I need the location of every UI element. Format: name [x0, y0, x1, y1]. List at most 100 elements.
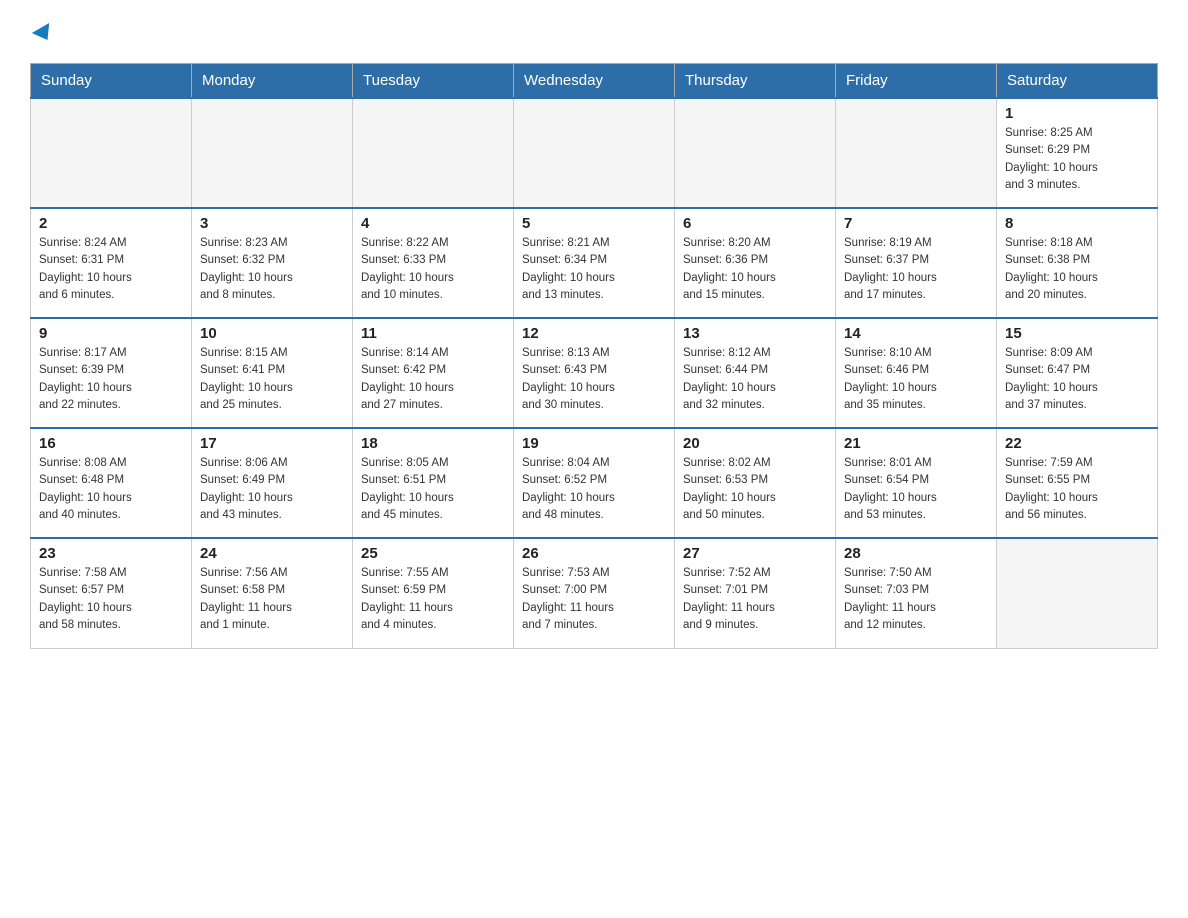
day-number: 18	[361, 435, 505, 452]
calendar-cell: 9 Sunrise: 8:17 AM Sunset: 6:39 PM Daylig…	[31, 318, 192, 428]
day-info: Sunrise: 8:08 AM Sunset: 6:48 PM Dayligh…	[39, 455, 183, 524]
day-number: 10	[200, 325, 344, 342]
day-number: 7	[844, 215, 988, 232]
day-info: Sunrise: 7:56 AM Sunset: 6:58 PM Dayligh…	[200, 565, 344, 634]
day-info: Sunrise: 7:50 AM Sunset: 7:03 PM Dayligh…	[844, 565, 988, 634]
calendar-header-row: SundayMondayTuesdayWednesdayThursdayFrid…	[31, 64, 1158, 99]
day-info: Sunrise: 8:04 AM Sunset: 6:52 PM Dayligh…	[522, 455, 666, 524]
calendar-cell: 20 Sunrise: 8:02 AM Sunset: 6:53 PM Dayli…	[675, 428, 836, 538]
calendar-cell: 4 Sunrise: 8:22 AM Sunset: 6:33 PM Daylig…	[353, 208, 514, 318]
day-info: Sunrise: 8:19 AM Sunset: 6:37 PM Dayligh…	[844, 235, 988, 304]
day-info: Sunrise: 7:59 AM Sunset: 6:55 PM Dayligh…	[1005, 455, 1149, 524]
day-info: Sunrise: 8:17 AM Sunset: 6:39 PM Dayligh…	[39, 345, 183, 414]
calendar-cell: 24 Sunrise: 7:56 AM Sunset: 6:58 PM Dayli…	[192, 538, 353, 648]
day-info: Sunrise: 7:53 AM Sunset: 7:00 PM Dayligh…	[522, 565, 666, 634]
day-number: 16	[39, 435, 183, 452]
page-header	[30, 20, 1158, 47]
calendar-week-row: 2 Sunrise: 8:24 AM Sunset: 6:31 PM Daylig…	[31, 208, 1158, 318]
calendar-cell: 16 Sunrise: 8:08 AM Sunset: 6:48 PM Dayli…	[31, 428, 192, 538]
day-number: 25	[361, 545, 505, 562]
day-number: 2	[39, 215, 183, 232]
calendar-cell: 6Sunrise: 8:20 AM Sunset: 6:36 PM Daylig…	[675, 208, 836, 318]
day-of-week-header: Wednesday	[514, 64, 675, 99]
day-number: 13	[683, 325, 827, 342]
calendar-table: SundayMondayTuesdayWednesdayThursdayFrid…	[30, 63, 1158, 649]
calendar-cell: 25 Sunrise: 7:55 AM Sunset: 6:59 PM Dayli…	[353, 538, 514, 648]
calendar-cell: 10 Sunrise: 8:15 AM Sunset: 6:41 PM Dayli…	[192, 318, 353, 428]
calendar-cell: 8 Sunrise: 8:18 AM Sunset: 6:38 PM Daylig…	[997, 208, 1158, 318]
day-number: 22	[1005, 435, 1149, 452]
calendar-cell: 23Sunrise: 7:58 AM Sunset: 6:57 PM Dayli…	[31, 538, 192, 648]
calendar-cell	[192, 98, 353, 208]
day-info: Sunrise: 7:58 AM Sunset: 6:57 PM Dayligh…	[39, 565, 183, 634]
day-info: Sunrise: 8:23 AM Sunset: 6:32 PM Dayligh…	[200, 235, 344, 304]
calendar-cell: 19 Sunrise: 8:04 AM Sunset: 6:52 PM Dayli…	[514, 428, 675, 538]
calendar-cell	[514, 98, 675, 208]
day-number: 27	[683, 545, 827, 562]
calendar-cell: 27Sunrise: 7:52 AM Sunset: 7:01 PM Dayli…	[675, 538, 836, 648]
day-number: 11	[361, 325, 505, 342]
logo-text	[30, 20, 54, 47]
day-of-week-header: Tuesday	[353, 64, 514, 99]
calendar-cell: 12Sunrise: 8:13 AM Sunset: 6:43 PM Dayli…	[514, 318, 675, 428]
calendar-cell: 15 Sunrise: 8:09 AM Sunset: 6:47 PM Dayli…	[997, 318, 1158, 428]
calendar-cell: 2 Sunrise: 8:24 AM Sunset: 6:31 PM Daylig…	[31, 208, 192, 318]
calendar-cell: 1 Sunrise: 8:25 AM Sunset: 6:29 PM Daylig…	[997, 98, 1158, 208]
day-info: Sunrise: 8:24 AM Sunset: 6:31 PM Dayligh…	[39, 235, 183, 304]
calendar-cell	[997, 538, 1158, 648]
day-info: Sunrise: 8:02 AM Sunset: 6:53 PM Dayligh…	[683, 455, 827, 524]
logo-arrow-icon	[32, 23, 56, 45]
day-info: Sunrise: 8:10 AM Sunset: 6:46 PM Dayligh…	[844, 345, 988, 414]
logo	[30, 20, 54, 47]
day-number: 1	[1005, 105, 1149, 122]
day-of-week-header: Sunday	[31, 64, 192, 99]
day-info: Sunrise: 8:14 AM Sunset: 6:42 PM Dayligh…	[361, 345, 505, 414]
day-number: 24	[200, 545, 344, 562]
day-info: Sunrise: 7:55 AM Sunset: 6:59 PM Dayligh…	[361, 565, 505, 634]
day-info: Sunrise: 8:15 AM Sunset: 6:41 PM Dayligh…	[200, 345, 344, 414]
calendar-cell: 28 Sunrise: 7:50 AM Sunset: 7:03 PM Dayli…	[836, 538, 997, 648]
day-number: 8	[1005, 215, 1149, 232]
day-number: 5	[522, 215, 666, 232]
calendar-cell: 5Sunrise: 8:21 AM Sunset: 6:34 PM Daylig…	[514, 208, 675, 318]
day-number: 6	[683, 215, 827, 232]
calendar-cell: 21Sunrise: 8:01 AM Sunset: 6:54 PM Dayli…	[836, 428, 997, 538]
calendar-week-row: 16 Sunrise: 8:08 AM Sunset: 6:48 PM Dayli…	[31, 428, 1158, 538]
day-info: Sunrise: 8:01 AM Sunset: 6:54 PM Dayligh…	[844, 455, 988, 524]
calendar-week-row: 1 Sunrise: 8:25 AM Sunset: 6:29 PM Daylig…	[31, 98, 1158, 208]
calendar-cell	[353, 98, 514, 208]
calendar-week-row: 23Sunrise: 7:58 AM Sunset: 6:57 PM Dayli…	[31, 538, 1158, 648]
day-of-week-header: Monday	[192, 64, 353, 99]
calendar-cell: 13 Sunrise: 8:12 AM Sunset: 6:44 PM Dayli…	[675, 318, 836, 428]
day-number: 26	[522, 545, 666, 562]
calendar-cell: 22 Sunrise: 7:59 AM Sunset: 6:55 PM Dayli…	[997, 428, 1158, 538]
day-number: 3	[200, 215, 344, 232]
calendar-cell	[31, 98, 192, 208]
calendar-cell: 26 Sunrise: 7:53 AM Sunset: 7:00 PM Dayli…	[514, 538, 675, 648]
calendar-cell: 14Sunrise: 8:10 AM Sunset: 6:46 PM Dayli…	[836, 318, 997, 428]
day-info: Sunrise: 8:12 AM Sunset: 6:44 PM Dayligh…	[683, 345, 827, 414]
calendar-cell	[675, 98, 836, 208]
day-info: Sunrise: 8:18 AM Sunset: 6:38 PM Dayligh…	[1005, 235, 1149, 304]
day-number: 17	[200, 435, 344, 452]
day-number: 9	[39, 325, 183, 342]
day-of-week-header: Saturday	[997, 64, 1158, 99]
day-number: 20	[683, 435, 827, 452]
day-of-week-header: Friday	[836, 64, 997, 99]
day-info: Sunrise: 8:06 AM Sunset: 6:49 PM Dayligh…	[200, 455, 344, 524]
day-number: 28	[844, 545, 988, 562]
day-info: Sunrise: 8:25 AM Sunset: 6:29 PM Dayligh…	[1005, 125, 1149, 194]
calendar-cell: 11 Sunrise: 8:14 AM Sunset: 6:42 PM Dayli…	[353, 318, 514, 428]
day-info: Sunrise: 8:22 AM Sunset: 6:33 PM Dayligh…	[361, 235, 505, 304]
calendar-cell	[836, 98, 997, 208]
day-info: Sunrise: 8:05 AM Sunset: 6:51 PM Dayligh…	[361, 455, 505, 524]
calendar-cell: 3 Sunrise: 8:23 AM Sunset: 6:32 PM Daylig…	[192, 208, 353, 318]
day-number: 19	[522, 435, 666, 452]
day-number: 4	[361, 215, 505, 232]
calendar-week-row: 9 Sunrise: 8:17 AM Sunset: 6:39 PM Daylig…	[31, 318, 1158, 428]
day-number: 15	[1005, 325, 1149, 342]
day-number: 12	[522, 325, 666, 342]
calendar-cell: 17 Sunrise: 8:06 AM Sunset: 6:49 PM Dayli…	[192, 428, 353, 538]
calendar-cell: 18 Sunrise: 8:05 AM Sunset: 6:51 PM Dayli…	[353, 428, 514, 538]
day-info: Sunrise: 8:09 AM Sunset: 6:47 PM Dayligh…	[1005, 345, 1149, 414]
